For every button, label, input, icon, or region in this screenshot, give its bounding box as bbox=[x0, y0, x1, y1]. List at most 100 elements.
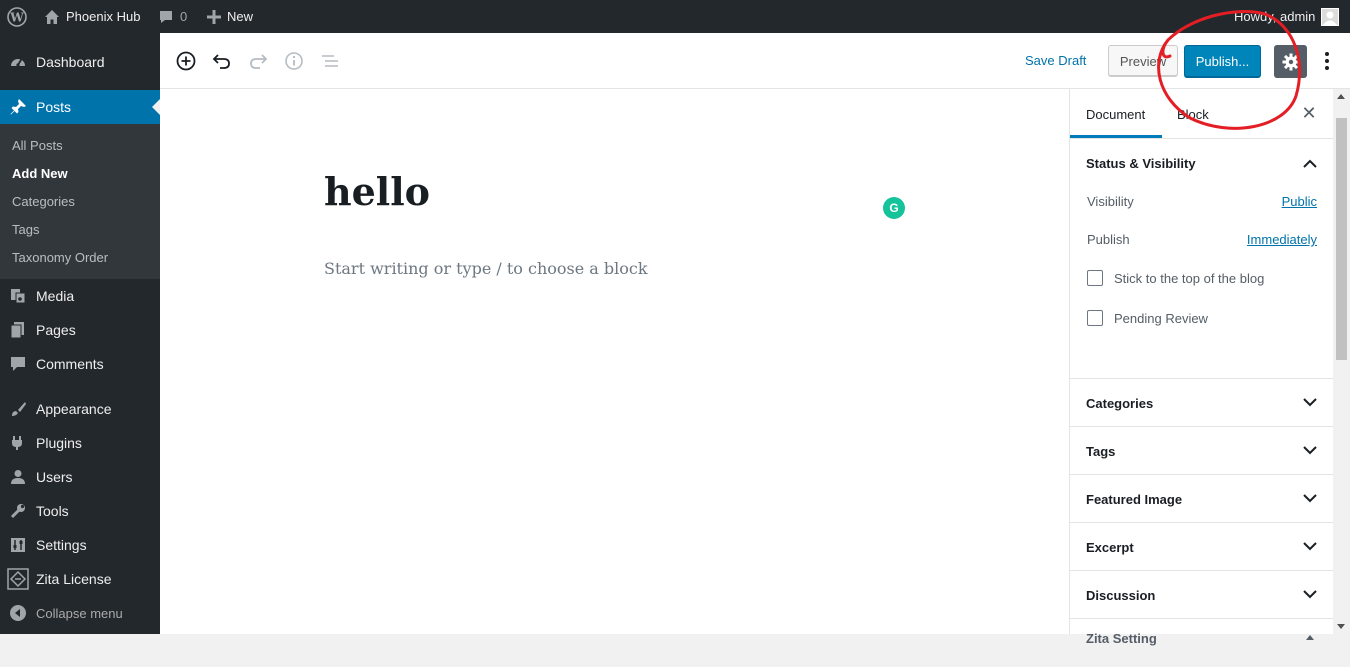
grammarly-icon[interactable]: G bbox=[883, 197, 905, 219]
avatar bbox=[1321, 7, 1340, 26]
new-content-link[interactable]: New bbox=[207, 0, 253, 33]
post-title[interactable]: hello bbox=[324, 169, 430, 214]
menu-comments[interactable]: Comments bbox=[0, 347, 160, 381]
menu-label: Dashboard bbox=[36, 54, 105, 70]
section-title: Discussion bbox=[1086, 588, 1156, 603]
save-draft-button[interactable]: Save Draft bbox=[1025, 53, 1086, 68]
chevron-up-icon[interactable] bbox=[1302, 155, 1318, 171]
excerpt-section[interactable]: Excerpt bbox=[1070, 523, 1333, 571]
info-icon[interactable] bbox=[282, 49, 306, 73]
menu-plugins[interactable]: Plugins bbox=[0, 426, 160, 460]
svg-text:W: W bbox=[9, 10, 24, 24]
submenu-add-new[interactable]: Add New bbox=[12, 166, 68, 181]
submenu-taxonomy-order[interactable]: Taxonomy Order bbox=[12, 250, 108, 265]
scroll-down-arrow[interactable] bbox=[1337, 624, 1345, 629]
pages-icon bbox=[0, 321, 36, 339]
chevron-down-icon bbox=[1302, 442, 1318, 458]
editor-toolbar: Save Draft Preview Publish... bbox=[160, 33, 1350, 89]
discussion-section[interactable]: Discussion bbox=[1070, 571, 1333, 619]
add-block-icon[interactable] bbox=[174, 49, 198, 73]
menu-appearance[interactable]: Appearance bbox=[0, 392, 160, 426]
site-name: Phoenix Hub bbox=[66, 9, 141, 24]
menu-label: Plugins bbox=[36, 435, 82, 451]
visibility-link[interactable]: Public bbox=[1282, 194, 1317, 209]
chevron-down-icon bbox=[1302, 586, 1318, 602]
menu-users[interactable]: Users bbox=[0, 460, 160, 494]
new-label: New bbox=[227, 9, 254, 24]
publish-label: Publish bbox=[1087, 232, 1130, 247]
pin-icon bbox=[0, 98, 36, 116]
howdy-greeting: Howdy, admin bbox=[1234, 9, 1316, 24]
outline-icon[interactable] bbox=[318, 49, 342, 73]
dashboard-icon bbox=[0, 53, 36, 71]
comments-icon bbox=[0, 355, 36, 373]
menu-dashboard[interactable]: Dashboard bbox=[0, 45, 160, 79]
section-title: Featured Image bbox=[1086, 492, 1183, 507]
menu-label: Zita License bbox=[36, 571, 112, 587]
chevron-down-icon bbox=[1302, 538, 1318, 554]
sticky-label: Stick to the top of the blog bbox=[1114, 271, 1265, 286]
menu-posts[interactable]: Posts bbox=[0, 90, 160, 124]
panel-tabs: Document Block ✕ bbox=[1070, 89, 1333, 139]
chevron-down-icon bbox=[1302, 394, 1318, 410]
pending-review-checkbox[interactable] bbox=[1087, 310, 1103, 326]
scroll-up-arrow[interactable] bbox=[1337, 94, 1345, 99]
media-icon bbox=[0, 287, 36, 305]
scrollbar-thumb[interactable] bbox=[1336, 118, 1347, 360]
more-options-button[interactable] bbox=[1317, 49, 1337, 73]
submenu-categories[interactable]: Categories bbox=[12, 194, 75, 209]
gear-icon bbox=[1282, 53, 1299, 70]
publish-button[interactable]: Publish... bbox=[1184, 45, 1261, 77]
pending-review-label: Pending Review bbox=[1114, 311, 1208, 326]
block-placeholder[interactable]: Start writing or type / to choose a bloc… bbox=[324, 259, 648, 278]
settings-toggle-button[interactable] bbox=[1274, 45, 1307, 78]
close-icon[interactable]: ✕ bbox=[1299, 103, 1319, 123]
menu-tools[interactable]: Tools bbox=[0, 494, 160, 528]
menu-media[interactable]: Media bbox=[0, 279, 160, 313]
preview-button[interactable]: Preview bbox=[1108, 45, 1178, 77]
admin-bar: W Phoenix Hub 0 New Howdy, admin bbox=[0, 0, 1350, 33]
vertical-ellipsis-icon bbox=[1325, 52, 1329, 70]
submenu-tags[interactable]: Tags bbox=[12, 222, 39, 237]
status-visibility-section: Status & Visibility Visibility Public Pu… bbox=[1070, 139, 1333, 379]
section-title[interactable]: Status & Visibility bbox=[1086, 156, 1196, 171]
section-title: Excerpt bbox=[1086, 540, 1134, 555]
settings-icon bbox=[0, 536, 36, 554]
tab-block[interactable]: Block bbox=[1177, 107, 1209, 122]
menu-label: Posts bbox=[36, 99, 72, 115]
site-name-link[interactable]: Phoenix Hub bbox=[44, 0, 140, 33]
undo-icon[interactable] bbox=[210, 49, 234, 73]
submenu-all-posts[interactable]: All Posts bbox=[12, 138, 63, 153]
collapse-menu[interactable]: Collapse menu bbox=[0, 596, 160, 630]
collapse-label: Collapse menu bbox=[36, 605, 123, 621]
zita-setting-section[interactable]: Zita Setting bbox=[1070, 619, 1333, 667]
sticky-checkbox[interactable] bbox=[1087, 270, 1103, 286]
menu-label: Users bbox=[36, 469, 73, 485]
admin-sidebar: Dashboard Posts All Posts Add New Catego… bbox=[0, 33, 160, 634]
menu-label: Appearance bbox=[36, 401, 112, 417]
section-title: Tags bbox=[1086, 444, 1116, 459]
menu-settings[interactable]: Settings bbox=[0, 528, 160, 562]
publish-date-link[interactable]: Immediately bbox=[1247, 232, 1317, 247]
menu-label: Comments bbox=[36, 356, 104, 372]
featured-image-section[interactable]: Featured Image bbox=[1070, 475, 1333, 523]
redo-icon[interactable] bbox=[246, 49, 270, 73]
tab-document[interactable]: Document bbox=[1086, 107, 1145, 122]
tags-section[interactable]: Tags bbox=[1070, 427, 1333, 475]
comments-count: 0 bbox=[180, 9, 188, 24]
comments-link[interactable]: 0 bbox=[158, 0, 187, 33]
document-settings-panel: Document Block ✕ Status & Visibility Vis… bbox=[1069, 89, 1333, 646]
visibility-label: Visibility bbox=[1087, 194, 1134, 209]
menu-label: Settings bbox=[36, 537, 87, 553]
wordpress-logo-icon[interactable]: W bbox=[7, 0, 27, 33]
my-account[interactable]: Howdy, admin bbox=[1234, 0, 1340, 33]
comment-bubble-icon bbox=[160, 10, 172, 23]
chevron-down-icon bbox=[1302, 490, 1318, 506]
plugins-icon bbox=[0, 434, 36, 452]
panel-scrollbar[interactable] bbox=[1333, 89, 1350, 634]
menu-pages[interactable]: Pages bbox=[0, 313, 160, 347]
tools-icon bbox=[0, 502, 36, 520]
zita-icon bbox=[0, 568, 36, 590]
categories-section[interactable]: Categories bbox=[1070, 379, 1333, 427]
menu-zita-license[interactable]: Zita License bbox=[0, 562, 160, 596]
